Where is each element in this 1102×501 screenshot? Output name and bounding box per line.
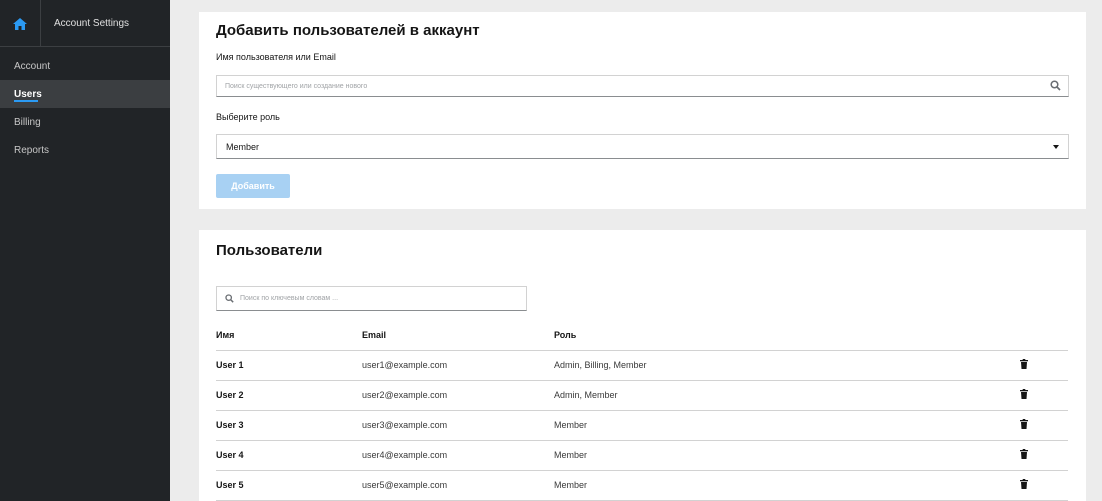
role-select[interactable]: Member — [216, 134, 1069, 159]
keyword-filter-field — [216, 286, 527, 311]
trash-icon[interactable] — [1020, 419, 1028, 431]
trash-icon[interactable] — [1020, 449, 1028, 461]
user-field-label: Имя пользователя или Email — [216, 52, 336, 62]
user-name-cell: User 3 — [216, 410, 362, 441]
sidebar-title: Account Settings — [54, 17, 130, 29]
table-row: User 4 user4@example.com Member — [216, 440, 1068, 471]
trash-icon[interactable] — [1020, 389, 1028, 401]
trash-icon[interactable] — [1020, 359, 1028, 371]
add-users-title: Добавить пользователей в аккаунт — [216, 22, 480, 39]
sidebar-nav: Account Users Billing Reports — [0, 52, 170, 164]
table-row: User 2 user2@example.com Admin, Member — [216, 380, 1068, 411]
users-table: Имя Email Роль User 1 user1@example.com … — [216, 320, 1068, 501]
user-name-cell: User 1 — [216, 350, 362, 381]
user-search-input[interactable] — [217, 76, 1037, 97]
home-button[interactable] — [0, 0, 41, 47]
search-icon — [225, 294, 234, 303]
users-title: Пользователи — [216, 242, 323, 259]
add-users-card: Добавить пользователей в аккаунт Имя пол… — [199, 12, 1086, 209]
sidebar-header: Account Settings — [0, 0, 170, 47]
sidebar-item-users[interactable]: Users — [0, 80, 170, 108]
column-header-name[interactable]: Имя — [216, 320, 362, 351]
user-email-cell: user2@example.com — [362, 380, 554, 411]
user-role-cell: Member — [554, 410, 1020, 441]
users-card: Пользователи Имя Email Роль User 1 user1… — [199, 230, 1086, 501]
table-row: User 5 user5@example.com Member — [216, 470, 1068, 501]
sidebar-item-account[interactable]: Account — [0, 52, 170, 80]
role-select-value: Member — [226, 141, 260, 152]
column-header-actions — [1020, 320, 1068, 351]
keyword-filter-input[interactable] — [234, 295, 504, 302]
add-button[interactable]: Добавить — [216, 174, 290, 198]
user-search-field — [216, 75, 1069, 97]
user-name-cell: User 4 — [216, 440, 362, 471]
table-row: User 3 user3@example.com Member — [216, 410, 1068, 441]
sidebar-item-reports[interactable]: Reports — [0, 136, 170, 164]
table-row: User 1 user1@example.com Admin, Billing,… — [216, 350, 1068, 381]
trash-icon[interactable] — [1020, 479, 1028, 491]
home-icon — [13, 17, 27, 30]
column-header-role[interactable]: Роль — [554, 320, 1020, 351]
user-role-cell: Admin, Member — [554, 380, 1020, 411]
table-header-row: Имя Email Роль — [216, 320, 1068, 351]
column-header-email[interactable]: Email — [362, 320, 554, 351]
user-name-cell: User 2 — [216, 380, 362, 411]
user-email-cell: user3@example.com — [362, 410, 554, 441]
user-role-cell: Member — [554, 440, 1020, 471]
role-field-label: Выберите роль — [216, 112, 280, 122]
user-name-cell: User 5 — [216, 470, 362, 501]
caret-down-icon — [1053, 145, 1059, 149]
user-email-cell: user4@example.com — [362, 440, 554, 471]
sidebar: Account Settings Account Users Billing R… — [0, 0, 170, 501]
sidebar-item-billing[interactable]: Billing — [0, 108, 170, 136]
user-role-cell: Member — [554, 470, 1020, 501]
user-email-cell: user1@example.com — [362, 350, 554, 381]
search-icon[interactable] — [1050, 80, 1061, 91]
user-email-cell: user5@example.com — [362, 470, 554, 501]
user-role-cell: Admin, Billing, Member — [554, 350, 1020, 381]
